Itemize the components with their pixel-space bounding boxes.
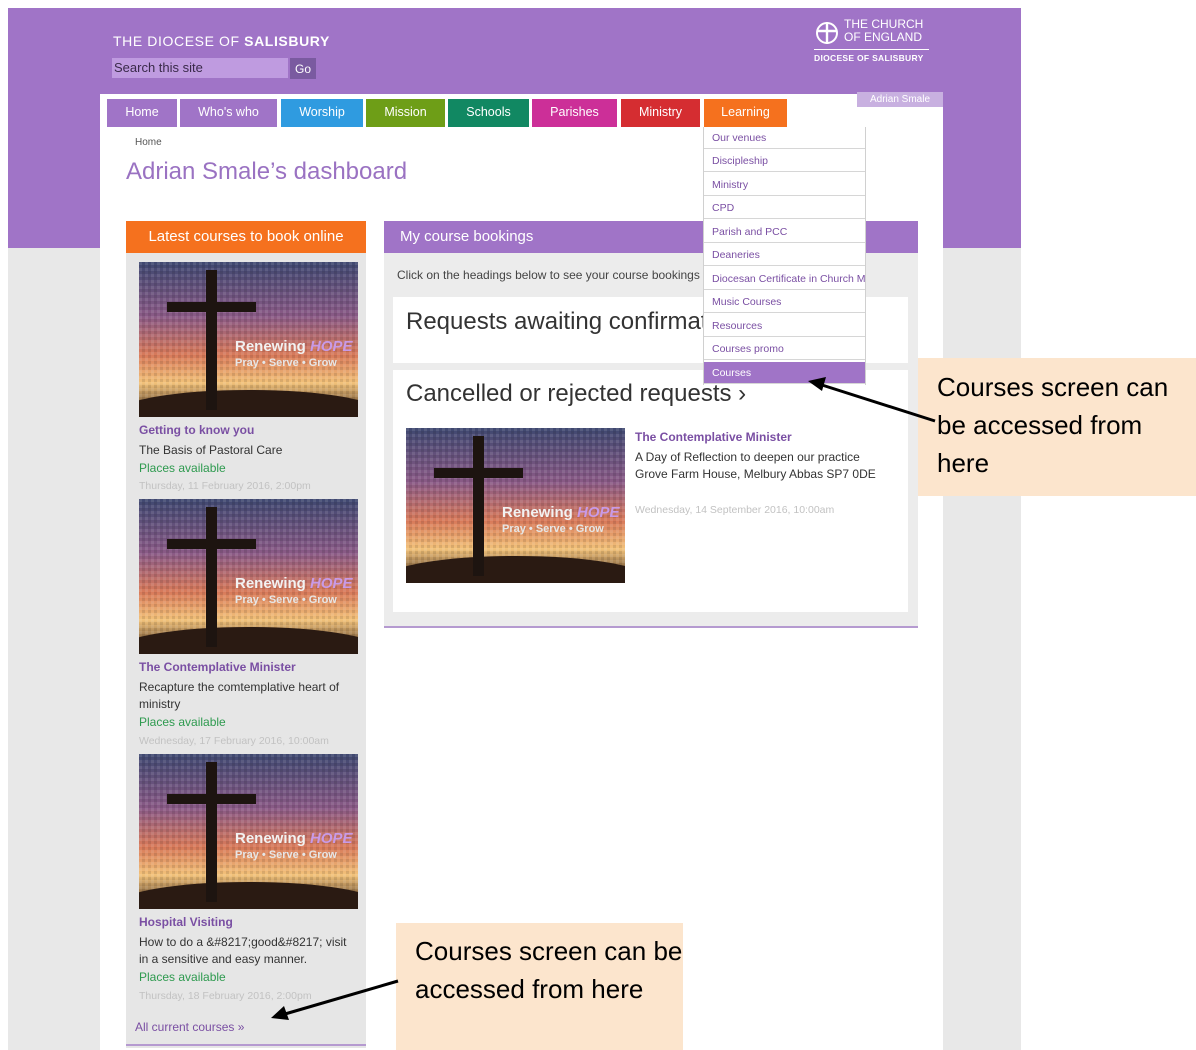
annotation-arrows (271, 377, 936, 1020)
annotation-arrow-bottom-icon (271, 979, 399, 1020)
annotation-arrow-top-icon (808, 377, 936, 423)
